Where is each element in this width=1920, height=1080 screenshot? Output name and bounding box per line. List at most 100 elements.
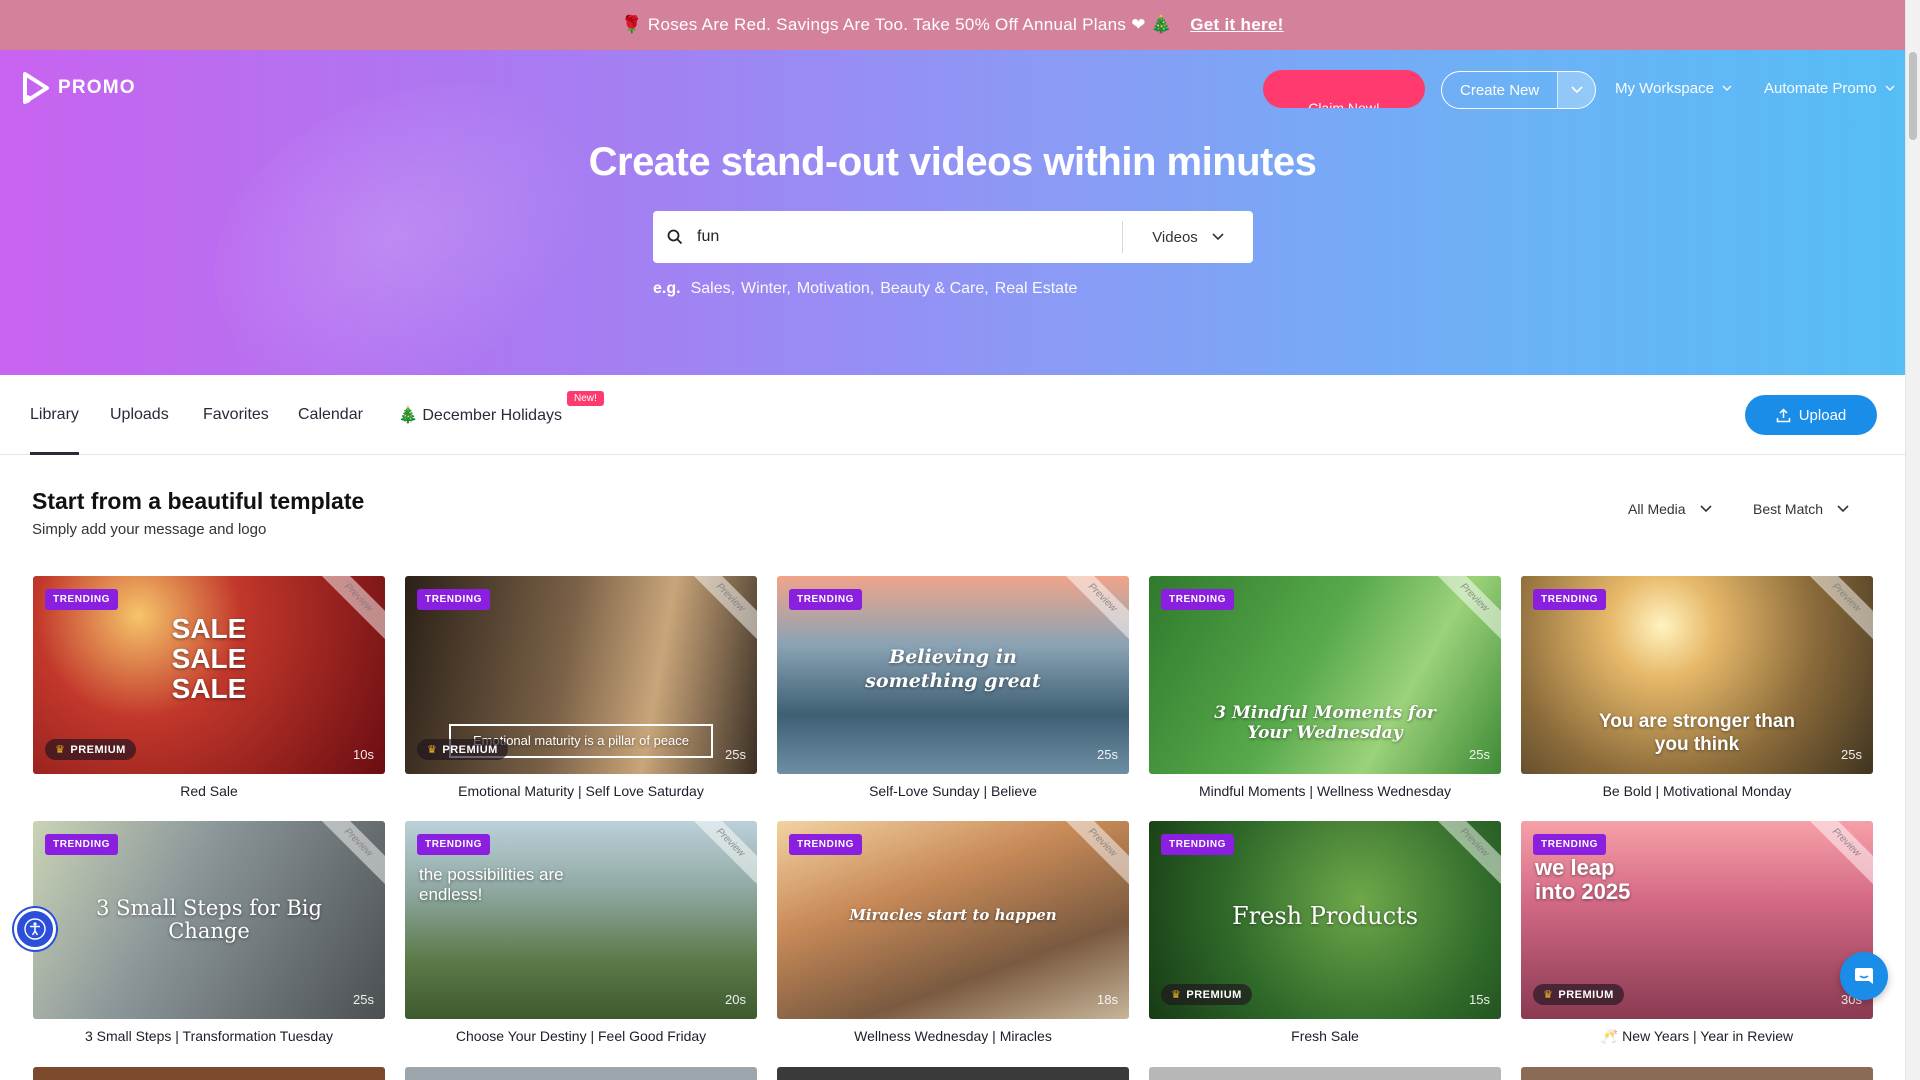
chevron-down-icon <box>1722 85 1732 91</box>
accessibility-button[interactable] <box>14 908 56 950</box>
template-duration: 18s <box>1097 992 1118 1007</box>
template-title[interactable]: Be Bold | Motivational Monday <box>1521 783 1873 799</box>
chevron-down-icon <box>1700 505 1712 513</box>
preview-ribbon: Preview <box>1800 821 1873 889</box>
template-title[interactable]: Wellness Wednesday | Miracles <box>777 1028 1129 1044</box>
suggestions-eg-label: e.g. <box>653 280 681 297</box>
hero-title: Create stand-out videos within minutes <box>588 140 1317 184</box>
crown-icon: ♛ <box>427 744 438 756</box>
preview-ribbon: Preview <box>1800 576 1873 644</box>
template-thumbnail[interactable]: Miracles start to happen TRENDING Preview 1… <box>777 821 1129 1019</box>
template-duration: 25s <box>1841 747 1862 762</box>
preview-ribbon: Preview <box>684 821 757 889</box>
template-title[interactable]: Self-Love Sunday | Believe <box>777 783 1129 799</box>
preview-ribbon: Preview <box>684 576 757 644</box>
template-title[interactable]: Red Sale <box>33 783 385 799</box>
template-overlay-text: the possibilities are endless! <box>419 865 564 905</box>
filter-all-media[interactable]: All Media <box>1628 501 1712 517</box>
template-thumbnail[interactable]: You are stronger than you think TRENDING P… <box>1521 576 1873 774</box>
template-thumbnail[interactable] <box>1149 1067 1501 1080</box>
trending-badge: TRENDING <box>45 589 119 610</box>
crown-icon: ♛ <box>55 744 66 756</box>
promo-logo[interactable]: PROMO <box>22 72 136 104</box>
media-type-select[interactable]: Videos <box>1123 229 1253 246</box>
template-thumbnail[interactable]: Fresh Products TRENDING Preview ♛ PREMIUM 15s <box>1149 821 1501 1019</box>
preview-ribbon: Preview <box>1428 576 1501 644</box>
template-card[interactable]: 3 Small Steps for Big Change TRENDING Prev… <box>33 821 385 1044</box>
nav-my-workspace[interactable]: My Workspace <box>1615 80 1732 97</box>
template-card[interactable]: Miracles start to happen TRENDING Preview 1… <box>777 821 1129 1044</box>
template-thumbnail[interactable]: SALE SALE SALE TRENDING Preview ♛ PREMIUM 10s <box>33 576 385 774</box>
tab-favorites[interactable]: Favorites <box>203 375 269 455</box>
template-thumbnail[interactable]: we leap into 2025 TRENDING Preview ♛ PREMIUM… <box>1521 821 1873 1019</box>
template-overlay-text: we leap into 2025 <box>1535 855 1631 905</box>
page-scrollbar[interactable] <box>1905 0 1920 1080</box>
template-card[interactable]: Fresh Products TRENDING Preview ♛ PREMIUM 15s… <box>1149 821 1501 1044</box>
trending-badge: TRENDING <box>1533 834 1607 855</box>
template-overlay-text: Fresh Products <box>1231 902 1419 930</box>
template-thumbnail[interactable] <box>33 1067 385 1080</box>
template-card[interactable]: we leap into 2025 TRENDING Preview ♛ PREMIUM… <box>1521 821 1873 1045</box>
template-title[interactable]: Emotional Maturity | Self Love Saturday <box>405 783 757 799</box>
filter-sort-best-match[interactable]: Best Match <box>1753 501 1849 517</box>
template-title[interactable]: 🥂 New Years | Year in Review <box>1521 1028 1873 1045</box>
template-card[interactable]: SALE SALE SALE TRENDING Preview ♛ PREMIUM 10s… <box>33 576 385 799</box>
template-title[interactable]: Fresh Sale <box>1149 1028 1501 1044</box>
template-duration: 25s <box>1097 747 1118 762</box>
template-card[interactable]: Believing in something great TRENDING Prev… <box>777 576 1129 799</box>
tab-library[interactable]: Library <box>30 375 79 455</box>
scrollbar-thumb[interactable] <box>1909 52 1917 140</box>
tab-calendar[interactable]: Calendar <box>298 375 363 455</box>
promo-text: 🌹 Roses Are Red. Savings Are Too. Take 5… <box>621 15 1173 34</box>
suggestion-link[interactable]: Real Estate <box>995 280 1078 298</box>
template-duration: 25s <box>353 992 374 1007</box>
template-thumbnail[interactable]: the possibilities are endless! TRENDING Pr… <box>405 821 757 1019</box>
template-title[interactable]: Choose Your Destiny | Feel Good Friday <box>405 1028 757 1044</box>
template-thumbnail[interactable] <box>1521 1067 1873 1080</box>
template-thumbnail[interactable] <box>405 1067 757 1080</box>
create-new-dropdown-toggle[interactable] <box>1557 72 1596 108</box>
template-duration: 25s <box>725 747 746 762</box>
template-thumbnail[interactable]: Believing in something great TRENDING Prev… <box>777 576 1129 774</box>
template-card[interactable]: 3 Mindful Moments for Your Wednesday TREN… <box>1149 576 1501 799</box>
template-card[interactable]: Emotional maturity is a pillar of peace T… <box>405 576 757 799</box>
trending-badge: TRENDING <box>417 589 491 610</box>
template-thumbnail[interactable]: 3 Mindful Moments for Your Wednesday TREN… <box>1149 576 1501 774</box>
template-duration: 25s <box>1469 747 1490 762</box>
create-new-label[interactable]: Create New <box>1442 72 1557 108</box>
template-thumbnail[interactable]: Emotional maturity is a pillar of peace T… <box>405 576 757 774</box>
preview-ribbon: Preview <box>1056 576 1129 644</box>
claim-now-button[interactable]: Claim Now! <box>1263 70 1425 108</box>
suggestion-link[interactable]: Beauty & Care, <box>880 280 989 298</box>
preview-ribbon: Preview <box>1056 821 1129 889</box>
template-thumbnail[interactable]: 3 Small Steps for Big Change TRENDING Prev… <box>33 821 385 1019</box>
template-card[interactable]: You are stronger than you think TRENDING P… <box>1521 576 1873 799</box>
chat-support-button[interactable] <box>1840 952 1888 1000</box>
template-duration: 20s <box>725 992 746 1007</box>
template-thumbnail[interactable] <box>777 1067 1129 1080</box>
premium-label: PREMIUM <box>1186 988 1242 1001</box>
suggestion-link[interactable]: Sales, <box>691 280 735 298</box>
tab-uploads[interactable]: Uploads <box>110 375 169 455</box>
premium-badge: ♛ PREMIUM <box>1533 984 1624 1005</box>
search-bar: Videos <box>653 211 1253 263</box>
tab-december-holidays[interactable]: 🎄 December Holidays <box>398 375 562 455</box>
search-input[interactable] <box>697 211 1122 263</box>
template-overlay-text: 3 Small Steps for Big Change <box>96 896 322 944</box>
trending-badge: TRENDING <box>1533 589 1607 610</box>
template-title[interactable]: Mindful Moments | Wellness Wednesday <box>1149 783 1501 799</box>
template-duration: 15s <box>1469 992 1490 1007</box>
promo-banner: 🌹 Roses Are Red. Savings Are Too. Take 5… <box>0 0 1905 50</box>
section-title: Start from a beautiful template <box>32 488 365 514</box>
search-suggestions: e.g. Sales, Winter, Motivation, Beauty &… <box>653 280 1077 298</box>
upload-button[interactable]: Upload <box>1745 395 1877 435</box>
hero-background-decoration <box>166 50 674 375</box>
template-title[interactable]: 3 Small Steps | Transformation Tuesday <box>33 1028 385 1044</box>
create-new-button[interactable]: Create New <box>1441 71 1597 109</box>
nav-automate-promo[interactable]: Automate Promo <box>1764 80 1895 97</box>
trending-badge: TRENDING <box>417 834 491 855</box>
suggestion-link[interactable]: Motivation, <box>797 280 874 298</box>
template-card[interactable]: the possibilities are endless! TRENDING Pr… <box>405 821 757 1044</box>
suggestion-link[interactable]: Winter, <box>741 280 791 298</box>
promo-cta-link[interactable]: Get it here! <box>1190 15 1283 35</box>
